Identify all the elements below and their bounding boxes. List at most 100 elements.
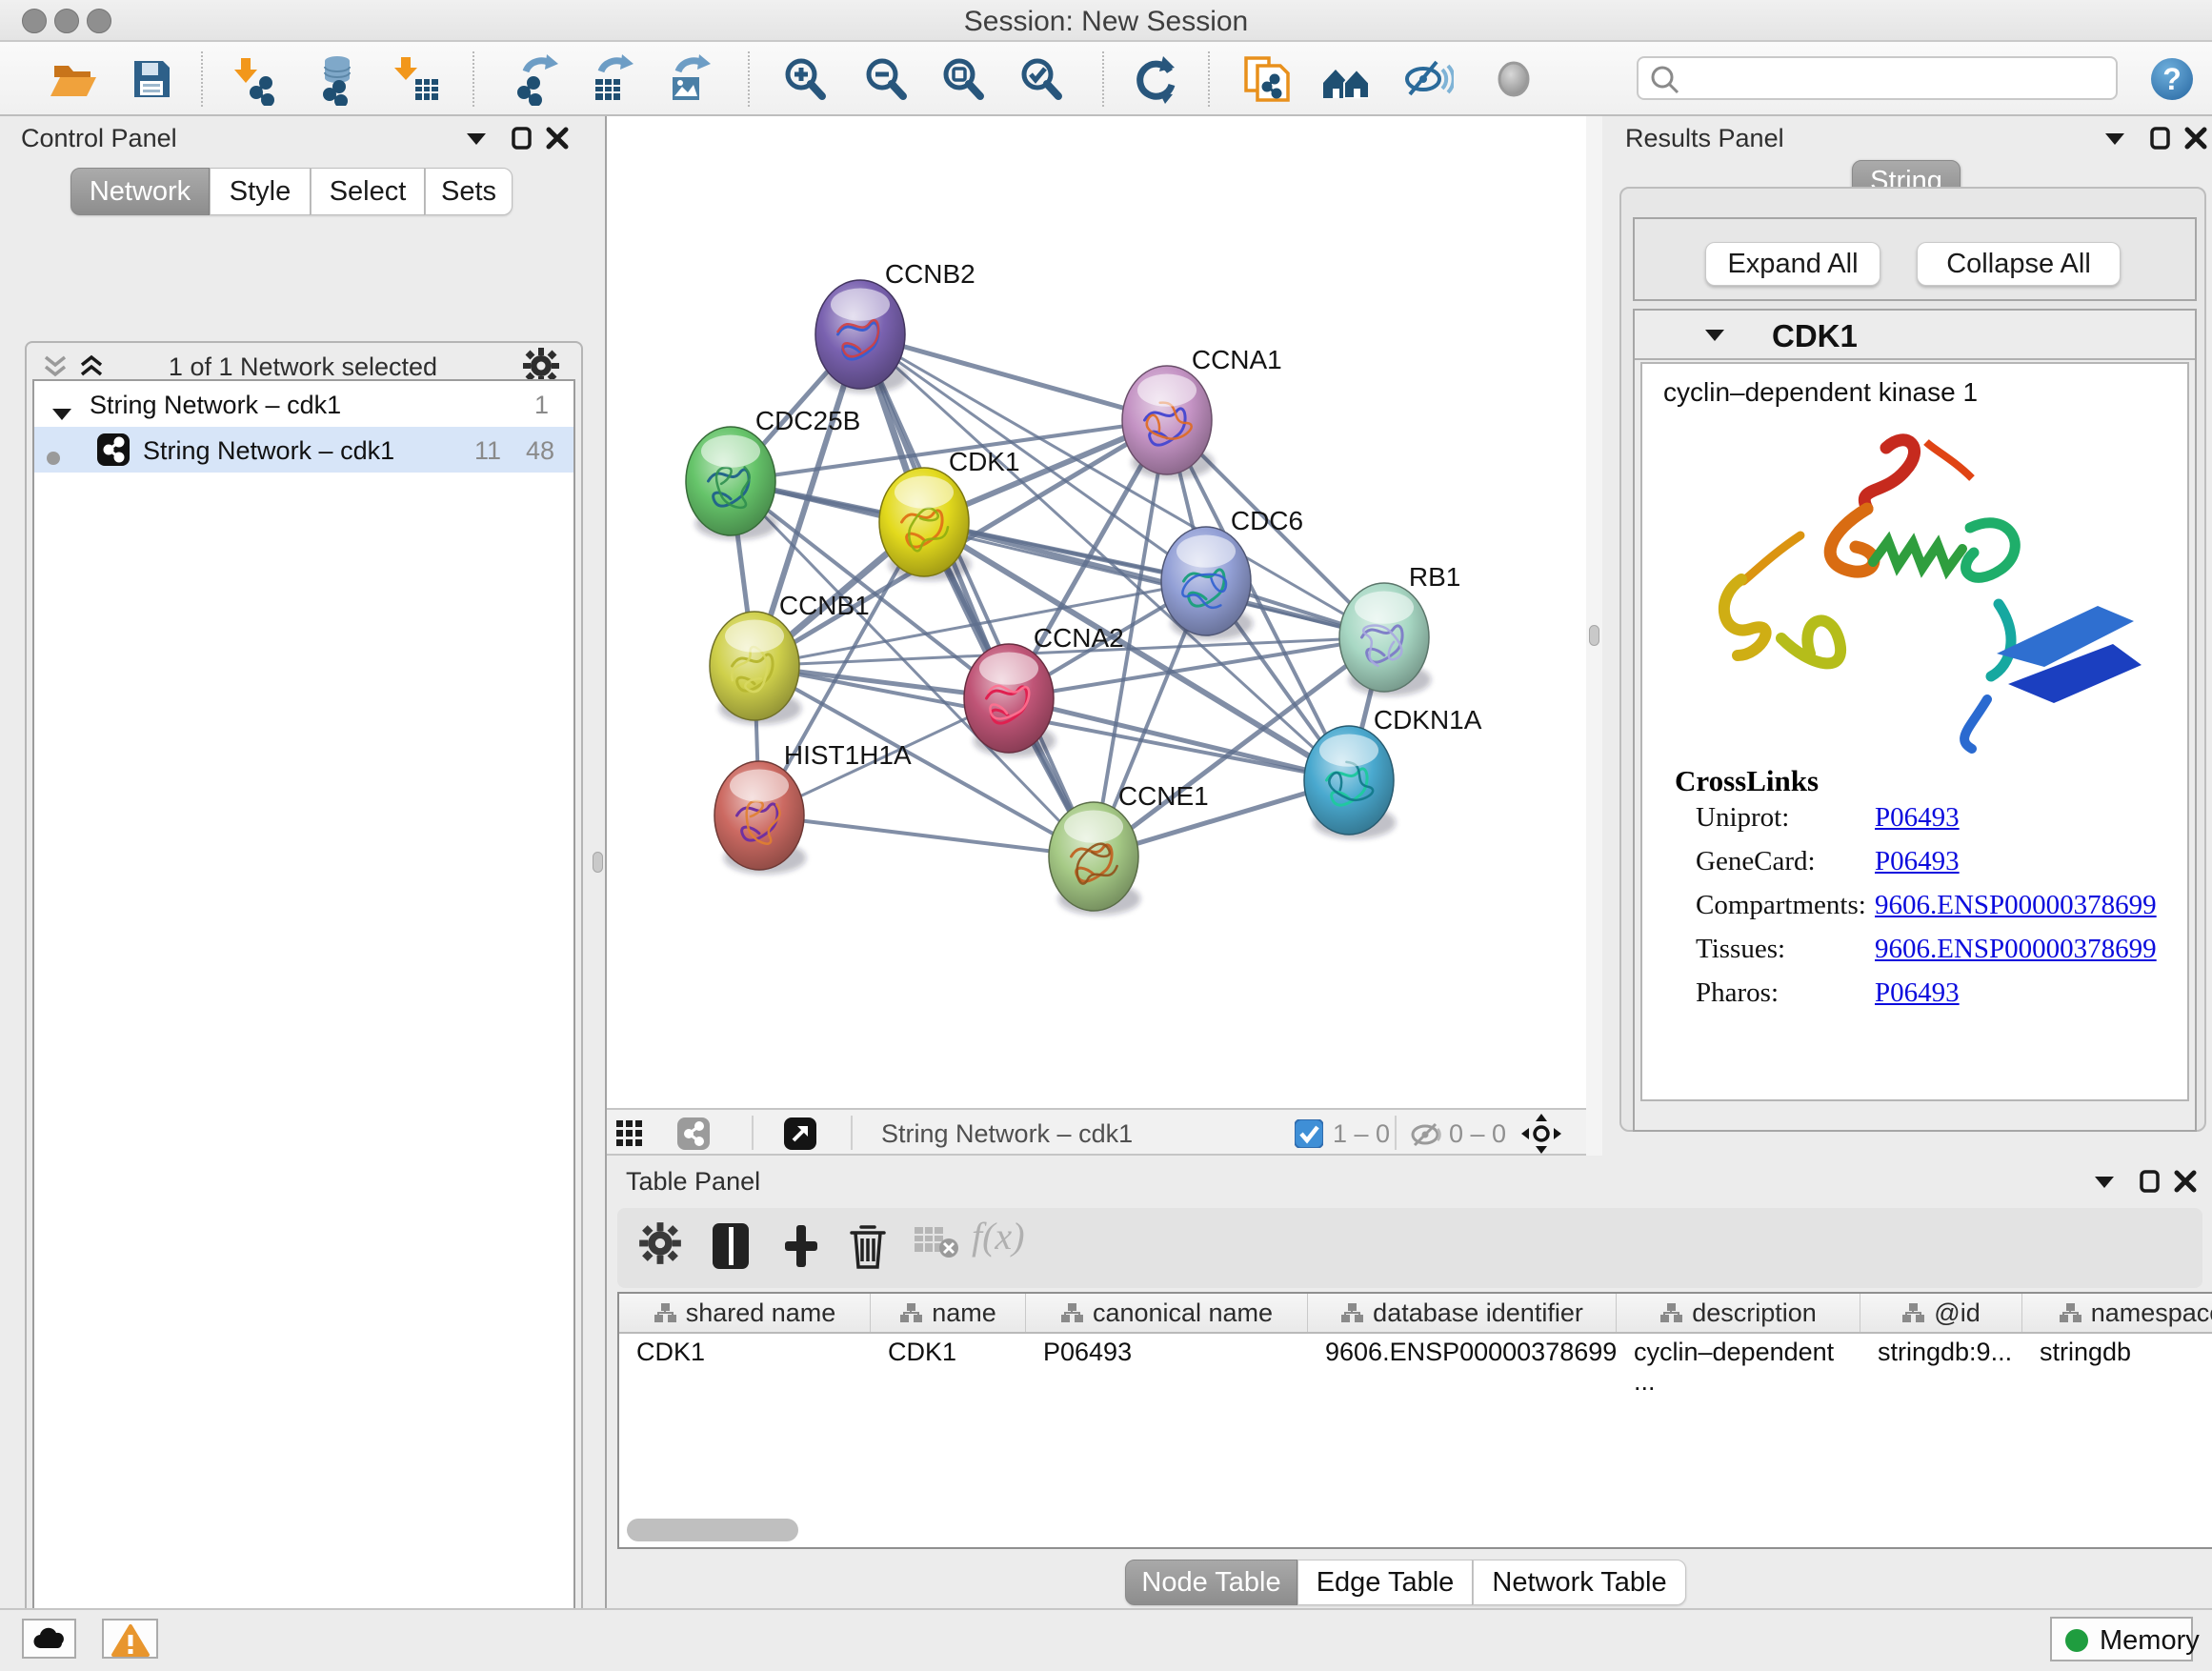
- column-header-description[interactable]: description: [1617, 1294, 1860, 1332]
- delete-column-trash-icon[interactable]: [846, 1221, 899, 1275]
- network-node-CCNA1[interactable]: CCNA1: [1122, 345, 1282, 479]
- warnings-button[interactable]: [102, 1619, 158, 1659]
- horizontal-scrollbar-thumb[interactable]: [627, 1519, 798, 1541]
- crosslink-link-uniprot[interactable]: P06493: [1875, 802, 1960, 834]
- close-panel-icon[interactable]: [545, 126, 570, 155]
- expand-all-button[interactable]: Expand All: [1705, 242, 1880, 286]
- tab-sets[interactable]: Sets: [425, 168, 513, 215]
- undock-panel-icon[interactable]: [2149, 126, 2172, 155]
- table-panel: Table Panel f(x) shared namenamecanonica…: [607, 1158, 2212, 1608]
- pan-crosshair-icon[interactable]: [1521, 1114, 1561, 1158]
- cell-shared-name[interactable]: CDK1: [619, 1334, 871, 1372]
- cell-namespace[interactable]: stringdb: [2022, 1334, 2212, 1372]
- network-edge-CCNB2-CCNE1[interactable]: [860, 334, 1094, 856]
- zoom-selected-icon[interactable]: [1015, 52, 1068, 106]
- network-node-HIST1H1A[interactable]: HIST1H1A: [714, 740, 912, 875]
- float-panel-icon[interactable]: [2093, 1175, 2116, 1195]
- network-node-CDC6[interactable]: CDC6: [1161, 506, 1303, 640]
- main-toolbar: ?: [0, 42, 2212, 116]
- undock-panel-icon[interactable]: [511, 126, 533, 155]
- float-panel-icon[interactable]: [465, 131, 488, 151]
- toolbar-separator: [201, 51, 203, 107]
- cell-canonical-name[interactable]: P06493: [1026, 1334, 1308, 1372]
- network-node-CCNB1[interactable]: CCNB1: [710, 591, 870, 725]
- cell-name[interactable]: CDK1: [871, 1334, 1026, 1372]
- network-row-selected[interactable]: String Network – cdk1 11 48: [34, 427, 573, 473]
- toolbar-separator: [851, 1116, 853, 1150]
- crosslink-row-tissues: Tissues: 9606.ENSP00000378699: [1642, 934, 2187, 977]
- splitter-grip[interactable]: [593, 852, 603, 873]
- tab-edge-table[interactable]: Edge Table: [1297, 1560, 1473, 1605]
- node-label-CDC25B: CDC25B: [755, 406, 860, 435]
- close-panel-icon[interactable]: [2183, 126, 2208, 155]
- app-window: Session: New Session: [0, 0, 2212, 1671]
- cell-id[interactable]: stringdb:9...: [1860, 1334, 2022, 1372]
- zoom-fit-icon[interactable]: [936, 52, 990, 106]
- import-table-icon[interactable]: [390, 52, 443, 106]
- memory-button[interactable]: Memory: [2050, 1617, 2193, 1661]
- export-network-icon[interactable]: [509, 52, 562, 106]
- network-node-CDK1[interactable]: CDK1: [879, 447, 1020, 581]
- import-database-icon[interactable]: [309, 52, 362, 106]
- collapse-all-button[interactable]: Collapse All: [1917, 242, 2121, 286]
- tab-node-table[interactable]: Node Table: [1125, 1560, 1297, 1605]
- grid-view-icon[interactable]: [616, 1120, 643, 1152]
- show-glass-icon[interactable]: [1487, 52, 1540, 106]
- export-table-icon[interactable]: [584, 52, 637, 106]
- table-settings-gear-icon[interactable]: [638, 1221, 692, 1275]
- add-column-icon[interactable]: [779, 1221, 833, 1275]
- help-icon[interactable]: ?: [2148, 55, 2202, 109]
- tree-expander-icon[interactable]: [51, 398, 72, 428]
- column-header-id[interactable]: @id: [1860, 1294, 2022, 1332]
- column-header-database-identifier[interactable]: database identifier: [1308, 1294, 1617, 1332]
- cloud-button[interactable]: [22, 1619, 76, 1659]
- crosslink-link-tissues[interactable]: 9606.ENSP00000378699: [1875, 934, 2157, 965]
- close-panel-icon[interactable]: [2173, 1169, 2198, 1198]
- delete-table-icon-disabled: [913, 1221, 966, 1275]
- open-in-window-icon[interactable]: [784, 1117, 816, 1155]
- search-box: [1637, 56, 2118, 100]
- entry-header[interactable]: CDK1: [1635, 311, 2195, 360]
- network-node-CCNB2[interactable]: CCNB2: [815, 259, 975, 393]
- refresh-icon[interactable]: [1129, 52, 1182, 106]
- home-icon[interactable]: [1319, 52, 1373, 106]
- network-collection-row[interactable]: String Network – cdk1 1: [34, 381, 573, 427]
- string-view-icon[interactable]: [677, 1117, 710, 1155]
- column-header-name[interactable]: name: [871, 1294, 1026, 1332]
- splitter-grip[interactable]: [1589, 625, 1599, 646]
- search-input[interactable]: [1684, 60, 2103, 96]
- open-session-icon[interactable]: [47, 52, 100, 106]
- crosslink-link-compartments[interactable]: 9606.ENSP00000378699: [1875, 890, 2157, 921]
- tab-network[interactable]: Network: [70, 168, 210, 215]
- crosslink-link-genecard[interactable]: P06493: [1875, 846, 1960, 877]
- entry-expander-icon[interactable]: [1703, 328, 1726, 348]
- network-node-CDC25B[interactable]: CDC25B: [686, 406, 860, 540]
- tab-network-table[interactable]: Network Table: [1473, 1560, 1686, 1605]
- float-panel-icon[interactable]: [2103, 131, 2126, 151]
- selected-count: 1 – 0: [1333, 1119, 1390, 1149]
- tab-style[interactable]: Style: [210, 168, 311, 215]
- zoom-in-icon[interactable]: [778, 52, 832, 106]
- network-node-CCNE1[interactable]: CCNE1: [1049, 781, 1209, 916]
- selected-checkbox-icon[interactable]: [1295, 1119, 1323, 1153]
- zoom-out-icon[interactable]: [859, 52, 913, 106]
- search-icon: [1646, 61, 1684, 99]
- cell-database-identifier[interactable]: 9606.ENSP00000378699: [1308, 1334, 1617, 1372]
- status-bar: Memory: [0, 1608, 2212, 1671]
- show-columns-icon[interactable]: [709, 1221, 762, 1275]
- import-network-icon[interactable]: [228, 52, 281, 106]
- crosslink-link-pharos[interactable]: P06493: [1875, 977, 1960, 1009]
- hide-glass-icon[interactable]: [1400, 52, 1454, 106]
- save-session-icon[interactable]: [125, 52, 178, 106]
- tab-select[interactable]: Select: [311, 168, 425, 215]
- network-node-CDKN1A[interactable]: CDKN1A: [1304, 705, 1482, 839]
- column-header-canonical-name[interactable]: canonical name: [1026, 1294, 1308, 1332]
- column-header-shared-name[interactable]: shared name: [619, 1294, 871, 1332]
- undock-panel-icon[interactable]: [2139, 1169, 2162, 1198]
- cell-description[interactable]: cyclin–dependent ...: [1617, 1334, 1860, 1372]
- clone-network-icon[interactable]: [1238, 52, 1292, 106]
- export-image-icon[interactable]: [661, 52, 714, 106]
- column-header-namespace[interactable]: namespace: [2022, 1294, 2212, 1332]
- network-node-RB1[interactable]: RB1: [1339, 562, 1460, 696]
- network-edge-HIST1H1A-CCNE1[interactable]: [759, 815, 1094, 856]
